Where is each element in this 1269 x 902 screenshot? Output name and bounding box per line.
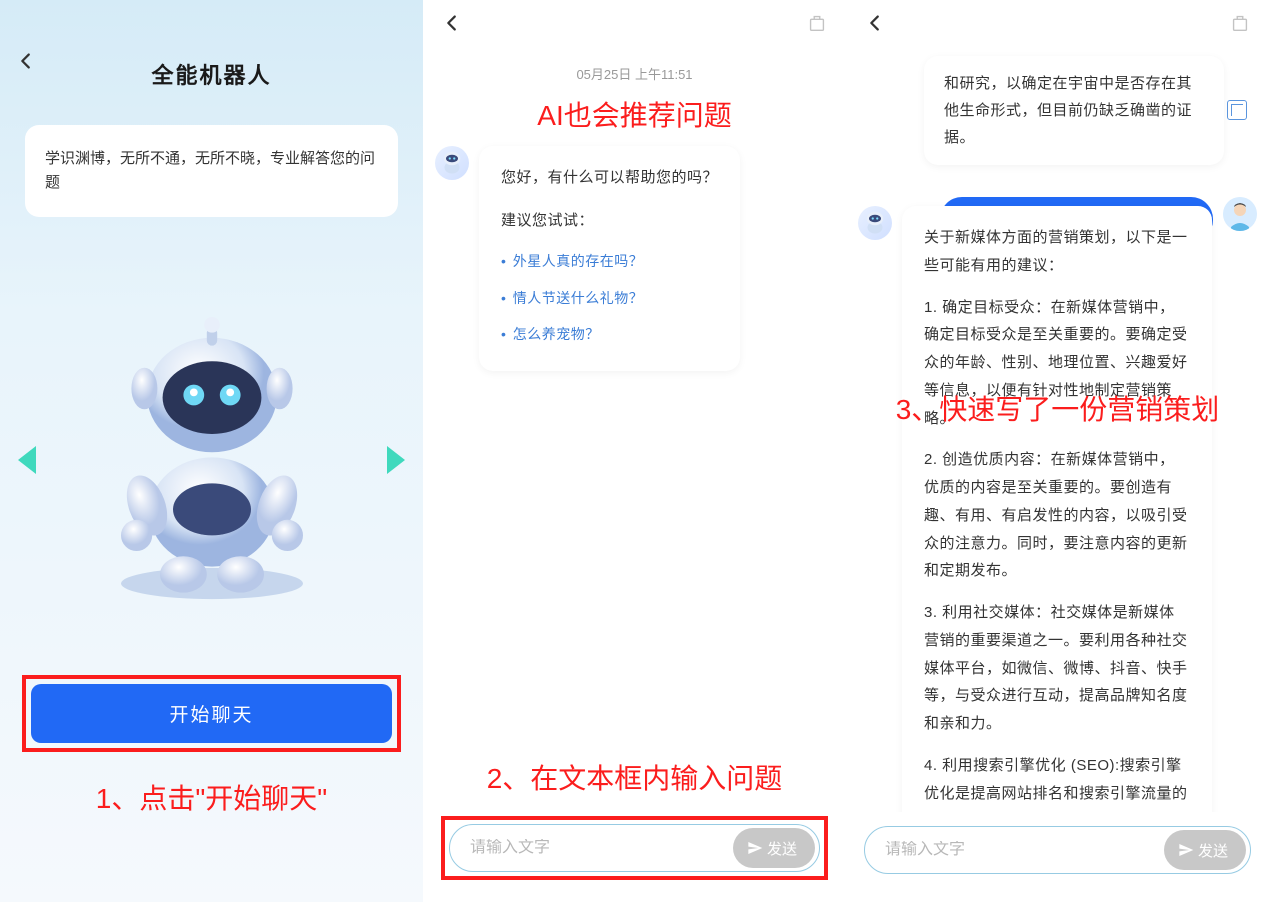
message-input[interactable]: [450, 839, 733, 857]
send-button[interactable]: 发送: [733, 828, 815, 868]
input-bar: 发送: [449, 824, 820, 872]
annotation-suggest: AI也会推荐问题: [423, 91, 846, 140]
greeting-text: 您好，有什么可以帮助您的吗？: [501, 164, 718, 193]
send-icon: [747, 840, 763, 856]
suggestion-item[interactable]: 外星人真的存在吗？: [501, 243, 718, 280]
timestamp: 05月25日 上午11:51: [423, 50, 846, 91]
bot-avatar: [435, 146, 469, 180]
robot-carousel: [0, 280, 423, 640]
box-icon: [1229, 12, 1251, 34]
description-card: 学识渊博，无所不通，无所不晓，专业解答您的问题: [25, 125, 398, 217]
chevron-left-icon: [864, 12, 886, 34]
send-icon: [1178, 842, 1194, 858]
bot-message-bubble: 您好，有什么可以帮助您的吗？ 建议您试试： 外星人真的存在吗？ 情人节送什么礼物…: [479, 146, 740, 371]
send-label: 发送: [767, 838, 797, 859]
start-chat-button[interactable]: 开始聊天: [31, 684, 392, 743]
send-label: 发送: [1198, 840, 1228, 861]
send-button[interactable]: 发送: [1164, 830, 1246, 870]
reply-item: 4. 利用搜索引擎优化 (SEO):搜索引擎优化是提高网站排名和搜索引擎流量的重…: [924, 752, 1190, 812]
triangle-left-icon: [18, 446, 36, 474]
box-icon: [806, 12, 828, 34]
annotation-step1: 1、点击"开始聊天": [0, 777, 423, 817]
header-action-button[interactable]: [806, 12, 828, 39]
page-title: 全能机器人: [0, 0, 423, 90]
start-button-highlight: 开始聊天: [22, 675, 401, 752]
header: [423, 0, 846, 50]
suggestion-list: 外星人真的存在吗？ 情人节送什么礼物？ 怎么养宠物？: [501, 243, 718, 353]
panel-chat-conversation: 和研究，以确定在宇宙中是否存在其他生命形式，但目前仍缺乏确凿的证据。 给一份关于…: [846, 0, 1269, 902]
suggest-title: 建议您试试：: [501, 207, 718, 236]
copy-icon[interactable]: [1227, 100, 1247, 120]
panel-intro: 全能机器人 学识渊博，无所不通，无所不晓，专业解答您的问题: [0, 0, 423, 902]
panel-chat-empty: 05月25日 上午11:51 AI也会推荐问题 您好，有什么可以帮助您的吗？ 建…: [423, 0, 846, 902]
header-action-button[interactable]: [1229, 12, 1251, 39]
chat-scroll-area[interactable]: 关于新媒体方面的营销策划，以下是一些可能有用的建议： 1. 确定目标受众：在新媒…: [846, 200, 1269, 812]
back-button[interactable]: [15, 50, 37, 77]
reply-item: 2. 创造优质内容：在新媒体营销中，优质的内容是至关重要的。要创造有趣、有用、有…: [924, 446, 1190, 585]
suggestion-item[interactable]: 情人节送什么礼物？: [501, 280, 718, 317]
bot-message-row: 和研究，以确定在宇宙中是否存在其他生命形式，但目前仍缺乏确凿的证据。: [846, 50, 1269, 171]
reply-item: 3. 利用社交媒体：社交媒体是新媒体营销的重要渠道之一。要利用各种社交媒体平台，…: [924, 599, 1190, 738]
robot-icon: [437, 148, 467, 178]
annotation-step2: 2、在文本框内输入问题: [423, 757, 846, 797]
header: [846, 0, 1269, 50]
bot-message-bubble: 关于新媒体方面的营销策划，以下是一些可能有用的建议： 1. 确定目标受众：在新媒…: [902, 206, 1212, 812]
carousel-next[interactable]: [387, 446, 405, 474]
annotation-step3: 3、快速写了一份营销策划: [846, 388, 1269, 428]
triangle-right-icon: [387, 446, 405, 474]
robot-icon: [860, 208, 890, 238]
back-button[interactable]: [864, 12, 886, 39]
bot-message-bubble: 和研究，以确定在宇宙中是否存在其他生命形式，但目前仍缺乏确凿的证据。: [924, 56, 1224, 165]
input-highlight: 发送: [441, 816, 828, 880]
back-button[interactable]: [441, 12, 463, 39]
chevron-left-icon: [441, 12, 463, 34]
robot-image: [62, 295, 362, 625]
reply-intro: 关于新媒体方面的营销策划，以下是一些可能有用的建议：: [924, 224, 1190, 280]
bot-message-row: 您好，有什么可以帮助您的吗？ 建议您试试： 外星人真的存在吗？ 情人节送什么礼物…: [423, 140, 846, 377]
bot-message-row: 关于新媒体方面的营销策划，以下是一些可能有用的建议： 1. 确定目标受众：在新媒…: [846, 200, 1269, 812]
message-input[interactable]: [865, 841, 1164, 859]
suggestion-item[interactable]: 怎么养宠物？: [501, 316, 718, 353]
carousel-prev[interactable]: [18, 446, 36, 474]
bot-avatar: [858, 206, 892, 240]
chevron-left-icon: [15, 50, 37, 72]
input-area: 发送: [864, 826, 1251, 874]
input-bar: 发送: [864, 826, 1251, 874]
